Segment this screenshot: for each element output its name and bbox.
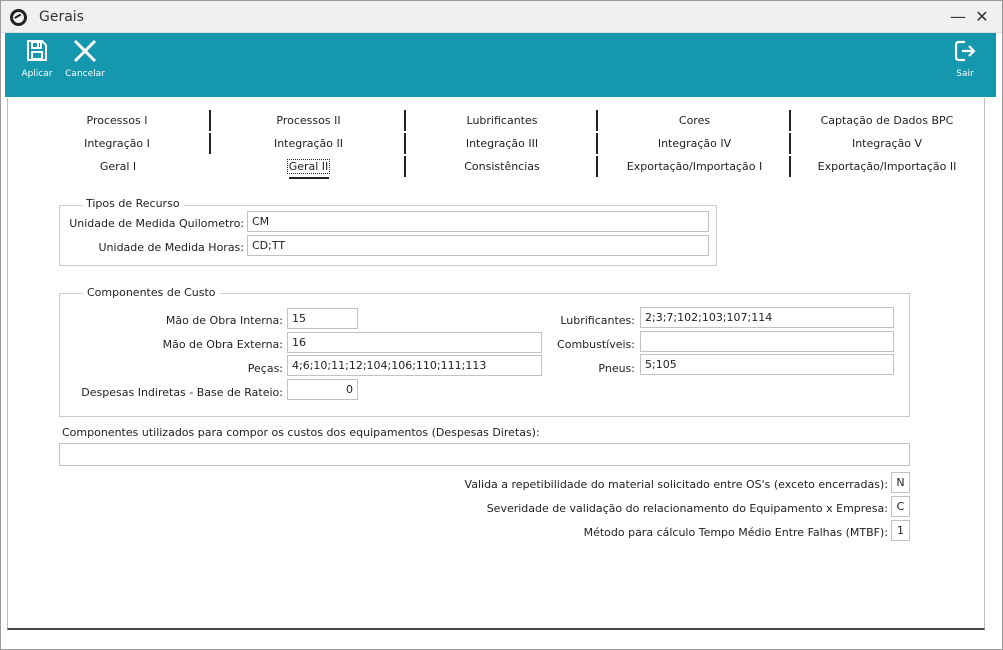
mao-obra-externa-label: Mão de Obra Externa:	[162, 338, 283, 351]
tab-label: Integração V	[851, 137, 923, 150]
lubrificantes-label: Lubrificantes:	[560, 314, 635, 327]
tab-label: Exportação/Importação I	[626, 160, 763, 173]
tab-exportacao-importacao-1[interactable]: Exportação/Importação I	[600, 156, 791, 177]
tab-label: Geral I	[99, 160, 137, 173]
tab-integracao-2[interactable]: Integração II	[213, 133, 406, 154]
tab-lubrificantes[interactable]: Lubrificantes	[408, 110, 598, 131]
mao-obra-interna-label: Mão de Obra Interna:	[165, 314, 283, 327]
tab-label: Processos I	[86, 114, 148, 127]
km-unit-label: Unidade de Medida Quilometro:	[69, 217, 244, 230]
save-icon	[27, 40, 47, 61]
km-unit-field[interactable]: CM	[247, 211, 709, 232]
tab-label: Cores	[678, 114, 711, 127]
exit-button[interactable]: Sair	[948, 39, 982, 79]
close-x-icon	[73, 39, 97, 63]
tab-label: Consistências	[464, 160, 540, 173]
apply-label: Aplicar	[21, 69, 53, 79]
toolbar: Aplicar Cancelar Sair	[5, 33, 996, 97]
exit-icon	[954, 40, 976, 62]
despesas-diretas-label: Componentes utilizados para compor os cu…	[62, 426, 540, 439]
lubrificantes-field[interactable]: 2;3;7;102;103;107;114	[640, 307, 894, 328]
cancel-button[interactable]: Cancelar	[65, 39, 105, 79]
close-window-button[interactable]: ✕	[973, 7, 991, 27]
tab-consistencias[interactable]: Consistências	[408, 156, 598, 177]
pecas-label: Peças:	[247, 362, 283, 375]
despesas-indiretas-field[interactable]: 0	[287, 379, 358, 400]
pecas-field[interactable]: 4;6;10;11;12;104;106;110;111;113	[287, 355, 542, 376]
mtbf-label: Método para cálculo Tempo Médio Entre Fa…	[583, 526, 888, 539]
cancel-label: Cancelar	[65, 69, 105, 79]
despesas-indiretas-label: Despesas Indiretas - Base de Rateio:	[81, 386, 283, 399]
app-logo-icon	[10, 9, 27, 26]
tab-label: Integração III	[465, 137, 539, 150]
tab-integracao-4[interactable]: Integração IV	[600, 133, 791, 154]
title-bar: Gerais — ✕	[1, 1, 1002, 33]
mao-obra-interna-field[interactable]: 15	[287, 308, 358, 329]
severidade-label: Severidade de validação do relacionament…	[486, 502, 888, 515]
despesas-diretas-field[interactable]	[59, 443, 910, 466]
pneus-label: Pneus:	[598, 362, 635, 375]
tab-geral-1[interactable]: Geral I	[25, 156, 211, 177]
tab-label: Exportação/Importação II	[817, 160, 957, 173]
combustiveis-label: Combustíveis:	[557, 338, 635, 351]
window-title: Gerais	[39, 9, 84, 25]
pneus-field[interactable]: 5;105	[640, 354, 894, 375]
tab-label: Integração II	[273, 137, 344, 150]
tipos-recurso-legend: Tipos de Recurso	[82, 197, 184, 210]
tab-integracao-3[interactable]: Integração III	[408, 133, 598, 154]
hours-unit-field[interactable]: CD;TT	[247, 235, 709, 256]
tab-label: Geral II	[286, 159, 331, 174]
window: Gerais — ✕ Aplicar Cancelar Sair Process…	[0, 0, 1003, 650]
tab-label: Lubrificantes	[466, 114, 538, 127]
settings-panel: Processos I Processos II Lubrificantes C…	[7, 98, 985, 630]
tab-integracao-1[interactable]: Integração I	[25, 133, 211, 154]
tab-processos-2[interactable]: Processos II	[213, 110, 406, 131]
tab-cores[interactable]: Cores	[600, 110, 791, 131]
apply-button[interactable]: Aplicar	[19, 39, 55, 79]
tab-label: Captação de Dados BPC	[820, 114, 954, 127]
tab-processos-1[interactable]: Processos I	[25, 110, 211, 131]
tab-captacao-bpc[interactable]: Captação de Dados BPC	[793, 110, 981, 131]
componentes-custo-legend: Componentes de Custo	[83, 286, 220, 299]
repetibilidade-label: Valida a repetibilidade do material soli…	[464, 478, 888, 491]
combustiveis-field[interactable]	[640, 331, 894, 352]
tab-exportacao-importacao-2[interactable]: Exportação/Importação II	[793, 156, 981, 177]
tab-label: Processos II	[276, 114, 341, 127]
exit-label: Sair	[956, 69, 974, 79]
minimize-button[interactable]: —	[949, 7, 967, 27]
active-tab-indicator	[289, 177, 329, 179]
severidade-field[interactable]: C	[891, 496, 910, 517]
mao-obra-externa-field[interactable]: 16	[287, 332, 542, 353]
hours-unit-label: Unidade de Medida Horas:	[98, 241, 244, 254]
tab-label: Integração I	[84, 137, 150, 150]
mtbf-field[interactable]: 1	[891, 520, 910, 541]
tab-label: Integração IV	[657, 137, 732, 150]
tab-integracao-5[interactable]: Integração V	[793, 133, 981, 154]
tab-geral-2[interactable]: Geral II	[213, 156, 406, 177]
repetibilidade-field[interactable]: N	[891, 472, 910, 493]
